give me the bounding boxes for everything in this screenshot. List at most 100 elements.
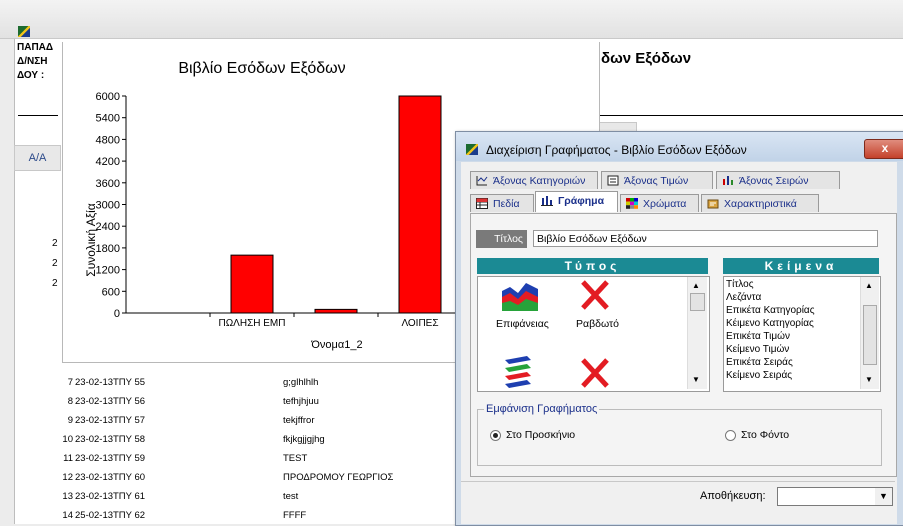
row-description: tekjffror (283, 415, 315, 426)
chart-y-tick-label: 3000 (96, 200, 120, 212)
row-description: ΠΡΟΔΡΟΜΟΥ ΓΕΩΡΓΙΟΣ (283, 472, 394, 483)
close-button[interactable]: x (864, 139, 903, 159)
row-fragment: 2 (52, 258, 58, 269)
report-title: δων Εξόδων (601, 50, 692, 67)
tab-fields[interactable]: Πεδία (470, 194, 534, 212)
report-header-line-1: ΠΑΠΑΔ (17, 42, 54, 53)
tab-label: Πεδία (493, 198, 520, 210)
row-type: ΤΠΥ 58 (113, 434, 146, 445)
chart-y-tick-label: 3600 (96, 178, 120, 190)
row-date: 23-02-13 (75, 396, 114, 407)
row-date: 23-02-13 (75, 453, 114, 464)
row-type: ΤΠΥ 59 (113, 453, 146, 464)
text-list-item[interactable]: Λεζάντα (726, 292, 761, 303)
row-type: ΤΠΥ 60 (113, 472, 146, 483)
chart-y-tick-label: 0 (114, 308, 120, 320)
text-list-item[interactable]: Τίτλος (726, 279, 754, 290)
divider (596, 115, 903, 116)
grid-icon (476, 198, 488, 209)
chart-x-tick-label: ΠΩΛΗΣΗ ΕΜΠ (218, 318, 285, 329)
text-list-item[interactable]: Επικέτα Σειράς (726, 357, 793, 368)
row-date: 23-02-13 (75, 434, 114, 445)
app-logo-icon (18, 26, 30, 37)
chart-type-bar-label[interactable]: Ραβδωτό (576, 318, 619, 330)
bar-type-icon[interactable] (580, 279, 610, 311)
type-section-header: Τύπος (477, 258, 708, 274)
chart-y-tick-label: 2400 (96, 221, 120, 233)
column-header-aa[interactable]: Α/Α (14, 145, 61, 171)
radio-foreground-label[interactable]: Στο Προσκήνιο (506, 429, 575, 441)
bar-chart-icon (541, 196, 553, 206)
dialog-title: Διαχείριση Γραφήματος - Βιβλίο Εσόδων Εξ… (486, 143, 747, 157)
row-type: ΤΠΥ 61 (113, 491, 146, 502)
row-number: 12 (62, 472, 73, 483)
tab-label: Χρώματα (643, 198, 687, 210)
tab-value-axis[interactable]: Άξονας Τιμών (601, 171, 713, 189)
text-list-item[interactable]: Κείμενο Τιμών (726, 344, 789, 355)
chart-bar (398, 95, 442, 314)
chart-y-tick-label: 600 (102, 286, 120, 298)
row-fragment: 2 (52, 278, 58, 289)
text-list-item[interactable]: Κείμενο Σειράς (726, 370, 792, 384)
tab-colors[interactable]: Χρώματα (620, 194, 699, 212)
row-number: 9 (67, 415, 73, 426)
chart-type-area-label[interactable]: Επιφάνειας (496, 318, 549, 330)
tab-label: Γράφημα (558, 195, 605, 207)
area-chart-icon[interactable] (502, 279, 538, 311)
row-description: test (283, 491, 299, 502)
row-number: 10 (62, 434, 73, 445)
bar-type-icon[interactable] (580, 357, 610, 389)
tab-label: Χαρακτηριστικά (724, 198, 797, 210)
axis-icon (476, 176, 488, 186)
row-date: 23-02-13 (75, 377, 114, 388)
chart-y-tick-label: 4200 (96, 156, 120, 168)
tab-series-axis[interactable]: Άξονας Σειρών (716, 171, 840, 189)
chevron-down-icon[interactable]: ▼ (875, 488, 892, 505)
properties-icon (707, 199, 719, 209)
chart-y-tick-label: 1200 (96, 265, 120, 277)
display-group-label: Εμφάνιση Γραφήματος (484, 403, 600, 415)
row-number: 13 (62, 491, 73, 502)
divider (18, 115, 58, 116)
chart-y-axis-label: Συνολική Αξία (84, 203, 98, 276)
tab-label: Άξονας Τιμών (624, 175, 689, 187)
row-description: TEST (283, 453, 308, 464)
radio-background-label[interactable]: Στο Φόντο (741, 429, 789, 441)
tab-chart[interactable]: Γράφημα (535, 191, 618, 212)
chart-y-tick-label: 6000 (96, 91, 120, 103)
scrollbar[interactable]: ▲ ▼ (860, 277, 879, 389)
palette-icon (626, 198, 638, 209)
row-type: ΤΠΥ 56 (113, 396, 146, 407)
chart-x-tick-label: ΛΟΙΠΕΣ (401, 318, 438, 329)
chart-y-tick-label: 5400 (96, 113, 120, 125)
row-description: fkjkgjjgjhg (283, 434, 325, 445)
report-header-line-3: ΔΟΥ : (17, 70, 45, 81)
chart-bar (314, 308, 358, 314)
texts-section-header: Κείμενα (723, 258, 879, 274)
title-input[interactable] (533, 230, 878, 247)
row-date: 23-02-13 (75, 491, 114, 502)
text-list-item[interactable]: Επικέτα Τιμών (726, 331, 790, 342)
text-list-item[interactable]: Κέιμενο Κατηγορίας (726, 318, 814, 329)
value-axis-icon (607, 175, 619, 186)
row-description: FFFF (283, 510, 307, 521)
chart-y-tick-label: 1800 (96, 243, 120, 255)
tab-properties[interactable]: Χαρακτηριστικά (701, 194, 819, 212)
row-type: ΤΠΥ 62 (113, 510, 146, 521)
stacked-ribbon-icon[interactable] (503, 354, 533, 388)
divider (461, 481, 895, 482)
app-logo-icon (466, 144, 478, 155)
row-date: 25-02-13 (75, 510, 114, 521)
app-toolbar (0, 0, 903, 39)
row-type: ΤΠΥ 57 (113, 415, 146, 426)
row-date: 23-02-13 (75, 415, 114, 426)
tab-category-axis[interactable]: Άξονας Κατηγοριών (470, 171, 598, 189)
text-list-item[interactable]: Επικέτα Κατηγορίας (726, 305, 815, 316)
scrollbar[interactable]: ▲ ▼ (687, 277, 707, 389)
radio-background[interactable] (725, 430, 736, 441)
tab-label: Άξονας Κατηγοριών (493, 175, 586, 187)
series-axis-icon (723, 176, 733, 185)
radio-foreground[interactable] (490, 430, 501, 441)
row-fragment: 2 (52, 238, 58, 249)
chart-y-tick-label: 4800 (96, 134, 120, 146)
